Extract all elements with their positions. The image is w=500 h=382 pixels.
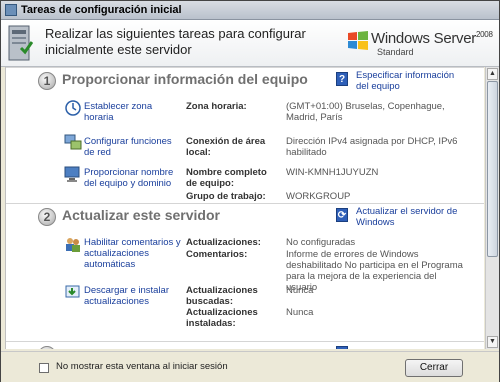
help-icon[interactable]: ? [336, 72, 348, 86]
field-value: No configuradas [286, 237, 356, 248]
windows-server-logo: Windows Server2008 Standard [345, 28, 493, 62]
section-number: 2 [38, 208, 56, 226]
header-title: Realizar las siguientes tareas para conf… [45, 26, 306, 57]
help-icon[interactable] [336, 346, 348, 349]
field-label: Zona horaria: [186, 101, 247, 112]
field-label: Grupo de trabajo: [186, 191, 266, 202]
configure-network-link[interactable]: Configurar funciones de red [84, 136, 184, 158]
section-header: 1 Proporcionar información del equipo ? … [6, 67, 484, 94]
initial-config-window: Tareas de configuración inicial Realizar… [0, 0, 500, 382]
network-icon [64, 134, 82, 150]
computer-name-domain-link[interactable]: Proporcionar nombre del equipo y dominio [84, 167, 184, 189]
field-value: WORKGROUP [286, 191, 351, 202]
logo-text: Windows Server [371, 30, 476, 47]
title-bar: Tareas de configuración inicial [1, 1, 499, 20]
field-value: (GMT+01:00) Bruselas, Copenhague, Madrid… [286, 101, 445, 123]
server-checklist-icon [8, 25, 33, 61]
field-value: Nunca [286, 285, 314, 296]
windows-flag-icon [348, 31, 368, 50]
section-header: 2 Actualizar este servidor ⟳ Actualizar … [6, 203, 484, 230]
users-icon [66, 238, 80, 252]
section-title: Actualizar este servidor [62, 207, 220, 223]
vertical-scrollbar[interactable]: ▲ ▼ [485, 67, 499, 349]
window-icon [5, 4, 17, 16]
header-banner: Realizar las siguientes tareas para conf… [1, 20, 499, 67]
dont-show-label[interactable]: No mostrar esta ventana al iniciar sesió… [56, 361, 228, 372]
scroll-down-button[interactable]: ▼ [487, 336, 498, 348]
field-label: Nombre completo de equipo: [186, 167, 267, 189]
field-value: Nunca [286, 307, 314, 318]
update-icon [65, 285, 80, 298]
enable-feedback-updates-link[interactable]: Habilitar comentarios y actualizaciones … [84, 237, 184, 270]
logo-edition: Standard [377, 47, 414, 57]
field-label: Actualizaciones instaladas: [186, 307, 258, 329]
field-label: Comentarios: [186, 249, 248, 260]
specify-computer-info-link[interactable]: Especificar información del equipo [356, 70, 468, 92]
close-button[interactable]: Cerrar [405, 359, 463, 377]
section-title: Proporcionar información del equipo [62, 71, 308, 87]
update-windows-server-link[interactable]: Actualizar el servidor de Windows [356, 206, 468, 228]
window-title: Tareas de configuración inicial [21, 4, 182, 16]
dont-show-checkbox[interactable] [39, 363, 49, 373]
download-install-updates-link[interactable]: Descargar e instalar actualizaciones [84, 285, 184, 307]
field-label: Actualizaciones: [186, 237, 261, 248]
section-number: 1 [38, 72, 56, 90]
set-time-zone-link[interactable]: Establecer zona horaria [84, 101, 184, 123]
footer-bar: No mostrar esta ventana al iniciar sesió… [1, 351, 499, 382]
windows-update-icon[interactable]: ⟳ [336, 208, 348, 222]
field-value: Dirección IPv4 asignada por DHCP, IPv6 h… [286, 136, 458, 158]
field-value: WIN-KMNH1JUYUZN [286, 167, 379, 178]
field-label: Conexión de área local: [186, 136, 266, 158]
field-label: Actualizaciones buscadas: [186, 285, 258, 307]
computer-icon [64, 166, 80, 182]
section-number [38, 346, 56, 349]
scroll-thumb[interactable] [487, 81, 498, 257]
logo-version: 2008 [476, 30, 493, 39]
scroll-up-button[interactable]: ▲ [487, 68, 498, 80]
tasks-panel: 1 Proporcionar información del equipo ? … [5, 67, 484, 349]
section-header [6, 341, 484, 349]
clock-icon [65, 100, 81, 116]
